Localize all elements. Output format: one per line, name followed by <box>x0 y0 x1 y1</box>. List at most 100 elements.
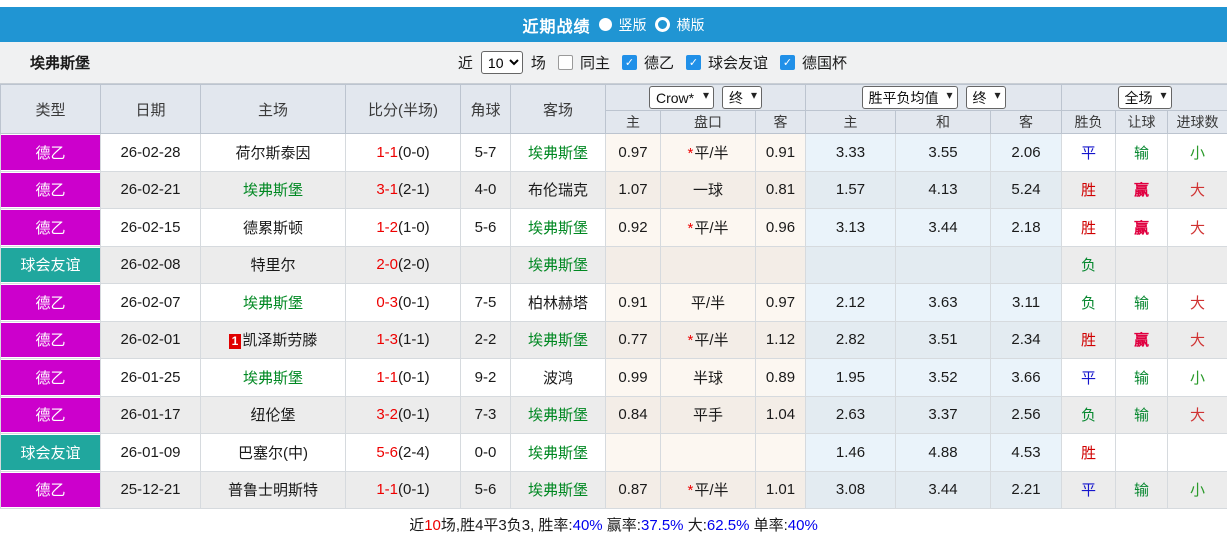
title-bar: 近期战绩 竖版 横版 <box>0 7 1227 42</box>
star-icon: * <box>687 332 694 350</box>
subheader-avg-home: 主 <box>805 110 896 134</box>
checkbox-german-cup-label[interactable]: 德国杯 <box>802 52 847 73</box>
checkbox-league2[interactable]: ✓ <box>621 55 637 70</box>
away-odds-cell: 1.12 <box>755 320 806 359</box>
checkbox-club-friendly-label[interactable]: 球会友谊 <box>708 52 768 73</box>
games-label: 场 <box>530 55 546 72</box>
handicap-result-cell <box>1115 433 1169 472</box>
match-row: 德乙 26-02-21 埃弗斯堡 3-1(2-1) 4-0 布伦瑞克 1.07 一球 0.81 1… <box>0 170 1227 209</box>
checkbox-german-cup[interactable]: ✓ <box>779 55 795 70</box>
away-team-link[interactable]: 布伦瑞克 <box>528 182 588 199</box>
result-group-header: 全场 ▾ <box>1061 84 1227 111</box>
goals-result-cell: 大 <box>1167 320 1227 359</box>
away-team-cell: 埃弗斯堡 <box>510 470 606 509</box>
halftime-score: (0-1) <box>398 406 430 424</box>
home-team-link[interactable]: 荷尔斯泰因 <box>235 145 310 162</box>
checkbox-same-home[interactable]: ✓ <box>557 55 573 70</box>
handicap-cell: 一球 <box>660 170 756 209</box>
fulltime-score: 0-3 <box>376 293 398 311</box>
away-team-link[interactable]: 埃弗斯堡 <box>528 257 588 274</box>
handicap-result-cell: 赢 <box>1115 208 1169 247</box>
away-team-cell: 柏林赫塔 <box>510 283 606 322</box>
checkbox-club-friendly[interactable]: ✓ <box>685 55 701 70</box>
handicap-result-cell: 赢 <box>1115 170 1169 209</box>
away-team-link[interactable]: 埃弗斯堡 <box>528 445 588 462</box>
bookmaker-select[interactable]: Crow* <box>649 86 714 109</box>
away-team-link[interactable]: 埃弗斯堡 <box>528 220 588 237</box>
date-cell: 25-12-21 <box>100 470 201 509</box>
home-team-link[interactable]: 埃弗斯堡 <box>243 295 303 312</box>
layout-radio-vertical[interactable]: 竖版 <box>598 15 647 35</box>
handicap-text: 平/半 <box>694 219 729 237</box>
handicap-cell: 半球 <box>660 358 756 397</box>
layout-radio-horizontal[interactable]: 横版 <box>654 15 705 35</box>
summary-segment: 场,胜4平3负3, 胜率: <box>440 517 573 534</box>
avg-away-cell: 3.66 <box>989 358 1063 397</box>
match-count-select[interactable]: 10 <box>480 51 523 74</box>
home-team-link[interactable]: 埃弗斯堡 <box>243 182 303 199</box>
home-team-link[interactable]: 德累斯顿 <box>243 220 303 237</box>
home-team-link[interactable]: 普鲁士明斯特 <box>228 482 318 499</box>
date-cell: 26-02-08 <box>100 245 201 284</box>
home-odds-cell: 0.87 <box>605 470 661 509</box>
score-cell: 1-3(1-1) <box>345 320 461 359</box>
period-select-wrap: 全场 ▾ <box>1117 86 1172 109</box>
avg-away-cell: 3.11 <box>989 283 1063 322</box>
away-odds-cell: 0.96 <box>755 208 806 247</box>
away-team-link[interactable]: 埃弗斯堡 <box>528 482 588 499</box>
checkbox-league2-label[interactable]: 德乙 <box>644 52 674 73</box>
date-cell: 26-01-17 <box>100 395 201 434</box>
summary-segment: 37.5% <box>640 517 684 534</box>
handicap-cell: *平/半 <box>660 320 756 359</box>
away-team-link[interactable]: 波鸿 <box>543 370 573 387</box>
period-select[interactable]: 全场 <box>1117 86 1172 109</box>
radio-horizontal-label[interactable]: 横版 <box>677 15 705 35</box>
summary-segment: 40% <box>787 517 818 534</box>
checkbox-same-home-label[interactable]: 同主 <box>580 52 610 73</box>
away-team-cell: 布伦瑞克 <box>510 170 606 209</box>
avg-home-cell: 2.82 <box>805 320 896 359</box>
avg-home-cell: 2.12 <box>805 283 896 322</box>
avg-time-select[interactable]: 终 <box>965 86 1006 109</box>
away-team-cell: 波鸿 <box>510 358 606 397</box>
odds-time-select[interactable]: 终 <box>722 86 762 109</box>
radio-selected-icon[interactable] <box>598 18 612 31</box>
away-team-cell: 埃弗斯堡 <box>510 395 606 434</box>
goals-result-cell: 大 <box>1167 170 1227 209</box>
type-cell: 德乙 <box>0 170 101 209</box>
type-cell: 德乙 <box>0 208 101 247</box>
away-odds-cell <box>755 245 806 284</box>
radio-vertical-label[interactable]: 竖版 <box>619 15 647 35</box>
home-odds-cell: 0.84 <box>605 395 661 434</box>
date-cell: 26-02-28 <box>100 133 201 172</box>
handicap-text: 一球 <box>692 182 723 200</box>
result-cell: 胜 <box>1061 433 1117 472</box>
away-team-link[interactable]: 埃弗斯堡 <box>528 332 588 349</box>
score-cell: 3-2(0-1) <box>345 395 461 434</box>
home-team-cell: 荷尔斯泰因 <box>200 133 346 172</box>
avg-type-select[interactable]: 胜平负均值 <box>861 86 958 109</box>
home-team-cell: 普鲁士明斯特 <box>200 470 346 509</box>
corners-cell: 7-5 <box>460 283 511 322</box>
away-team-link[interactable]: 埃弗斯堡 <box>528 145 588 162</box>
home-team-link[interactable]: 埃弗斯堡 <box>243 370 303 387</box>
home-team-link[interactable]: 巴塞尔(中) <box>238 445 308 462</box>
bookmaker-select-wrap: Crow* ▾ <box>649 86 714 109</box>
result-cell: 胜 <box>1061 170 1117 209</box>
col-header-away: 客场 <box>510 84 606 134</box>
radio-unselected-icon[interactable] <box>654 17 670 32</box>
result-cell: 平 <box>1061 358 1117 397</box>
summary-segment: 10 <box>424 517 441 534</box>
away-team-link[interactable]: 埃弗斯堡 <box>528 407 588 424</box>
home-team-link[interactable]: 纽伦堡 <box>250 407 295 424</box>
home-team-link[interactable]: 凯泽斯劳滕 <box>242 332 317 349</box>
corners-cell: 5-6 <box>460 208 511 247</box>
handicap-text: 平/半 <box>694 144 729 162</box>
goals-result-cell: 大 <box>1167 208 1227 247</box>
handicap-result-cell: 输 <box>1115 470 1169 509</box>
home-team-link[interactable]: 特里尔 <box>250 257 295 274</box>
col-header-corners: 角球 <box>460 84 511 134</box>
fulltime-score: 2-0 <box>376 256 398 274</box>
away-team-link[interactable]: 柏林赫塔 <box>528 295 588 312</box>
col-header-home: 主场 <box>200 84 346 134</box>
